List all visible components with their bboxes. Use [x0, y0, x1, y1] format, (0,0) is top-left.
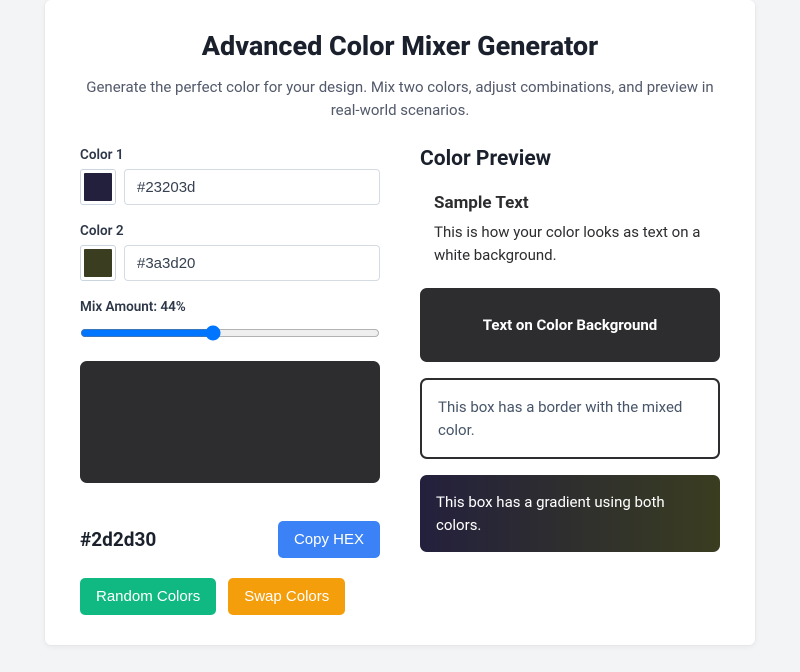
color1-swatch-inner	[84, 173, 112, 201]
gradient-preview-text: This box has a gradient using both color…	[436, 493, 665, 534]
page-subtitle: Generate the perfect color for your desi…	[80, 76, 720, 121]
color1-input[interactable]	[124, 169, 380, 205]
color2-label: Color 2	[80, 223, 380, 239]
text-on-color-box: Text on Color Background	[420, 288, 720, 362]
preview-title: Color Preview	[420, 147, 720, 171]
color1-row	[80, 169, 380, 205]
copy-hex-button[interactable]: Copy HEX	[278, 521, 380, 558]
result-hex: #2d2d30	[80, 528, 156, 551]
swap-colors-button[interactable]: Swap Colors	[228, 578, 345, 615]
color1-swatch[interactable]	[80, 169, 116, 205]
gradient-preview-box: This box has a gradient using both color…	[420, 475, 720, 552]
color2-row	[80, 245, 380, 281]
action-buttons: Random Colors Swap Colors	[80, 578, 380, 615]
controls-column: Color 1 Color 2 Mix Amount: 44% #2d2d30 …	[80, 147, 380, 615]
sample-text-paragraph: This is how your color looks as text on …	[434, 221, 720, 266]
main-columns: Color 1 Color 2 Mix Amount: 44% #2d2d30 …	[80, 147, 720, 615]
color2-swatch[interactable]	[80, 245, 116, 281]
hex-row: #2d2d30 Copy HEX	[80, 521, 380, 558]
sample-text-header: Sample Text	[434, 193, 720, 213]
mix-amount-slider[interactable]	[80, 325, 380, 341]
app-card: Advanced Color Mixer Generator Generate …	[45, 0, 755, 645]
border-preview-box: This box has a border with the mixed col…	[420, 378, 720, 459]
mix-amount-label: Mix Amount: 44%	[80, 299, 380, 315]
color2-swatch-inner	[84, 249, 112, 277]
color1-label: Color 1	[80, 147, 380, 163]
preview-column: Color Preview Sample Text This is how yo…	[420, 147, 720, 615]
result-color-box	[80, 361, 380, 483]
page-title: Advanced Color Mixer Generator	[80, 30, 720, 62]
border-preview-text: This box has a border with the mixed col…	[438, 398, 682, 439]
text-on-color-label: Text on Color Background	[483, 316, 658, 334]
color2-input[interactable]	[124, 245, 380, 281]
random-colors-button[interactable]: Random Colors	[80, 578, 216, 615]
